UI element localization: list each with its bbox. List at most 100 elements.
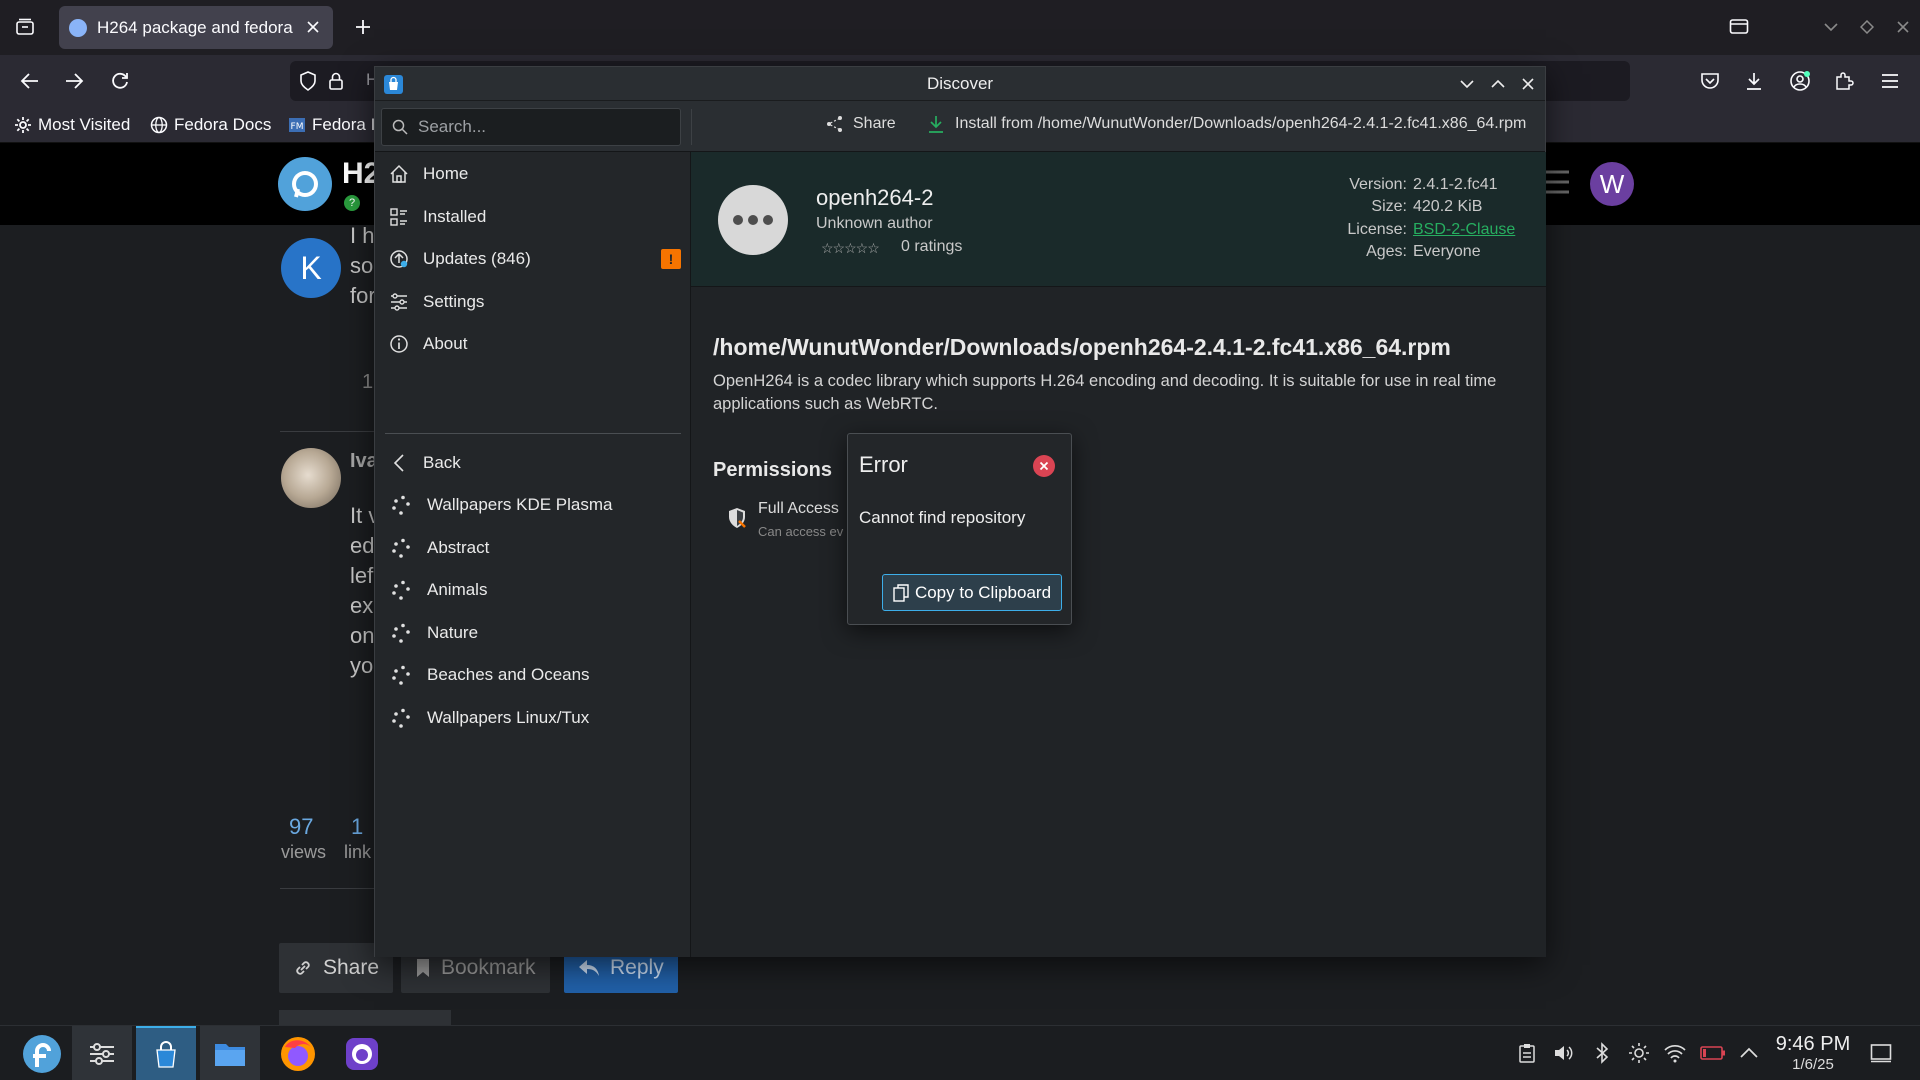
sidebar-item-about[interactable]: About [375,324,691,364]
category-label: Abstract [427,538,490,557]
toolbar-separator [691,109,692,145]
category-label: Beaches and Oceans [427,665,590,684]
category-nature[interactable]: Nature [375,613,691,653]
clock[interactable]: 9:46 PM 1/6/25 [1768,1033,1858,1073]
bookmark-most-visited[interactable]: Most Visited [14,107,130,143]
error-dialog: Error Cannot find repository Copy to Cli… [847,433,1072,625]
window-restore-icon[interactable] [1724,12,1754,42]
brightness-icon[interactable] [1626,1040,1652,1066]
forward-arrow-icon[interactable] [58,65,90,97]
updates-icon [387,247,411,271]
system-settings-taskbar-icon[interactable] [72,1026,132,1080]
copy-to-clipboard-button[interactable]: Copy to Clipboard [882,574,1062,611]
bookmark-fedora[interactable]: FM Fedora I [288,107,375,143]
user-avatar-letter: W [1599,168,1625,199]
views-count: 97 [289,814,314,839]
settings-icon [387,290,411,314]
ages-value: Everyone [1413,243,1481,260]
post1-avatar[interactable]: K [281,238,341,298]
sidebar-item-label: Updates (846) [423,249,531,268]
category-icon [389,663,413,687]
battery-low-icon[interactable] [1700,1040,1726,1066]
share-label: Share [323,956,380,979]
pocket-icon[interactable] [1696,67,1724,95]
error-close-icon[interactable] [1033,455,1055,477]
window-close-icon[interactable] [1518,74,1538,94]
new-tab-icon[interactable] [348,12,378,42]
search-input[interactable]: Search... [381,108,681,146]
tray-expand-chevron-icon[interactable] [1736,1040,1762,1066]
links-count: 1 [351,814,364,839]
maximize-icon[interactable] [1854,14,1880,40]
post1-avatar-letter: K [300,249,322,286]
user-avatar[interactable]: W [1590,162,1634,206]
shield-icon[interactable] [296,69,320,93]
reload-icon[interactable] [104,65,136,97]
home-icon [387,162,411,186]
post2-text: ed [350,533,375,558]
firefox-taskbar-icon[interactable] [268,1026,328,1080]
svg-text:FM: FM [291,122,304,132]
downloads-icon[interactable] [1740,67,1768,95]
permissions-heading: Permissions [713,459,832,481]
share-toolbar-button[interactable]: Share [825,114,896,134]
license-key: License: [1347,221,1407,238]
category-animals[interactable]: Animals [375,570,691,610]
bookmark-fedora-docs[interactable]: Fedora Docs [150,107,271,143]
file-manager-taskbar-icon[interactable] [200,1026,260,1080]
sidebar-item-installed[interactable]: Installed [375,197,691,237]
discover-taskbar-icon[interactable] [136,1026,196,1080]
clipboard-tray-icon[interactable] [1514,1040,1540,1066]
github-desktop-taskbar-icon[interactable] [332,1026,392,1080]
minimize-icon[interactable] [1818,14,1844,40]
close-window-icon[interactable] [1890,14,1916,40]
extensions-icon[interactable] [1830,67,1858,95]
window-minimize-icon[interactable] [1457,74,1477,94]
install-button[interactable]: Install from /home/WunutWonder/Downloads… [927,114,1526,134]
version-key: Version: [1349,176,1407,193]
show-desktop-icon[interactable] [1868,1040,1894,1066]
bluetooth-icon[interactable] [1589,1040,1615,1066]
fedora-discussion-logo-icon[interactable] [278,157,332,211]
share-toolbar-label: Share [853,115,896,132]
wifi-icon[interactable] [1662,1040,1688,1066]
category-wallpapers-kde-plasma[interactable]: Wallpapers KDE Plasma [375,485,691,525]
category-label: Nature [427,623,479,642]
lock-icon[interactable] [324,69,348,93]
gear-icon [14,116,32,134]
category-beaches-and-oceans[interactable]: Beaches and Oceans [375,655,691,695]
sidebar-item-updates[interactable]: Updates (846) ! [375,239,691,279]
category-abstract[interactable]: Abstract [375,528,691,568]
link-icon [293,958,313,978]
tab-close-icon[interactable] [303,17,323,37]
category-icon [389,578,413,602]
taskbar: 9:46 PM 1/6/25 [0,1025,1920,1080]
clipboard-icon [893,583,909,602]
ages-key: Ages: [1366,243,1407,260]
browser-tab[interactable]: H264 package and fedora [59,6,333,49]
back-arrow-icon[interactable] [14,65,46,97]
window-maximize-icon[interactable] [1488,74,1508,94]
error-title: Error [859,452,908,477]
bookmark-label: Fedora I [312,115,376,134]
category-wallpapers-linux-tux[interactable]: Wallpapers Linux/Tux [375,698,691,738]
account-icon[interactable] [1786,67,1814,95]
volume-icon[interactable] [1551,1040,1577,1066]
discover-toolbar: Search... Share Install from /home/Wunut… [375,101,1545,152]
rating-stars-icon: ☆☆☆☆☆ [821,240,880,256]
installed-icon [387,205,411,229]
sidebar-back[interactable]: Back [375,443,691,483]
tab-list-icon[interactable] [10,12,40,42]
post2-avatar[interactable] [281,448,341,508]
bookmark-label: Most Visited [38,115,131,134]
fedora-launcher-icon[interactable] [12,1026,72,1080]
license-link[interactable]: BSD-2-Clause [1413,221,1526,239]
app-menu-icon[interactable] [1876,67,1904,95]
sidebar-item-home[interactable]: Home [375,154,691,194]
ages-row: Ages: Everyone [1366,243,1526,261]
license-row: License: BSD-2-Clause [1347,221,1526,239]
app-author: Unknown author [816,215,933,232]
post1-text: I h [350,223,375,248]
post-divider [280,431,376,432]
sidebar-item-settings[interactable]: Settings [375,282,691,322]
